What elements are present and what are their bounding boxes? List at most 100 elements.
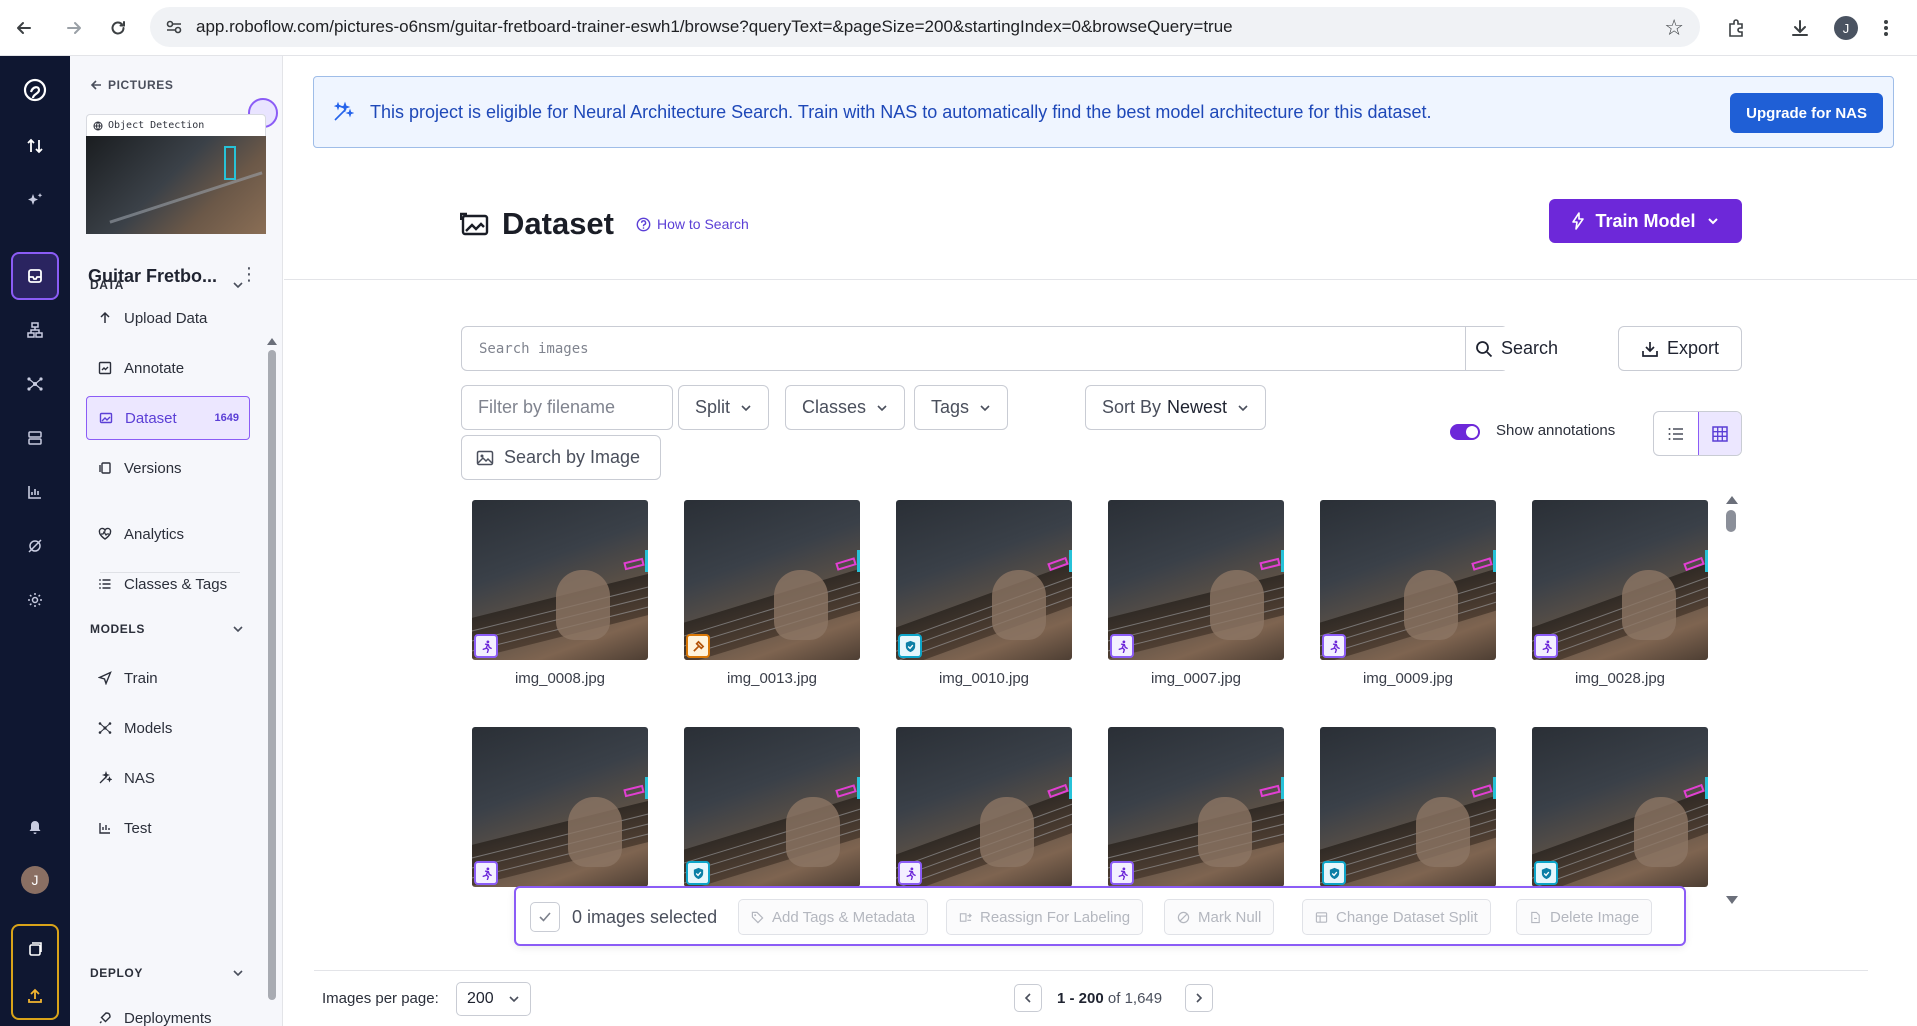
image-card[interactable] [1532,727,1708,887]
project-thumbnail[interactable] [86,136,266,234]
sidebar-item-classes-tags[interactable]: Classes & Tags [86,562,250,606]
running-person-icon [474,861,498,885]
change-split-label: Change Dataset Split [1336,908,1478,926]
sidebar-item-analytics[interactable]: Analytics [86,512,250,556]
sort-dropdown[interactable]: Sort By Newest [1085,385,1267,430]
show-annotations-label: Show annotations [1496,422,1616,439]
storage-icon[interactable] [11,414,59,462]
graph-icon[interactable] [11,360,59,408]
bookmark-star-icon[interactable]: ☆ [1664,15,1684,41]
annotation-box [1259,557,1281,571]
tags-dropdown[interactable]: Tags [914,385,1009,430]
image-card[interactable]: img_0009.jpg [1320,500,1496,687]
per-page-select[interactable]: 200 [456,982,531,1016]
image-thumbnail[interactable] [472,500,648,660]
classes-dropdown[interactable]: Classes [785,385,906,430]
train-model-button[interactable]: Train Model [1549,199,1742,243]
previous-page-button[interactable] [1014,984,1042,1012]
image-card[interactable]: img_0028.jpg [1532,500,1708,687]
image-card[interactable] [684,727,860,887]
image-card[interactable]: img_0008.jpg [472,500,648,687]
site-info-icon[interactable] [164,17,184,37]
settings-gear-icon[interactable] [11,576,59,624]
image-thumbnail[interactable] [896,727,1072,887]
upgrade-nas-button[interactable]: Upgrade for NAS [1730,93,1883,133]
sidebar-item-nas[interactable]: NAS [86,756,250,800]
sidebar-item-test[interactable]: Test [86,806,250,850]
sidebar-scrollbar[interactable] [266,338,278,1012]
image-thumbnail[interactable] [1320,500,1496,660]
image-thumbnail[interactable] [684,500,860,660]
sidebar-item-dataset[interactable]: Dataset 1649 [86,396,250,440]
reload-icon[interactable] [102,12,134,44]
image-thumbnail[interactable] [472,727,648,887]
next-page-button[interactable] [1185,984,1213,1012]
page-title: Dataset [502,206,614,241]
image-card[interactable]: img_0013.jpg [684,500,860,687]
chevron-down-icon[interactable] [230,277,246,293]
upload-cloud-icon[interactable] [11,972,59,1020]
back-icon[interactable] [8,12,40,44]
delete-image-label: Delete Image [1550,908,1640,926]
workflows-icon[interactable] [11,306,59,354]
forward-icon[interactable] [58,12,90,44]
page-range: 1 - 200 [1057,990,1104,1007]
sidebar-item-models[interactable]: Models [86,706,250,750]
docs-stack-icon[interactable] [11,926,59,974]
split-dropdown[interactable]: Split [678,385,770,430]
chevron-down-icon[interactable] [230,621,246,637]
filename-filter-input[interactable] [478,397,658,418]
image-thumbnail[interactable] [684,727,860,887]
image-card[interactable] [472,727,648,887]
show-annotations-toggle[interactable] [1450,424,1480,440]
grid-view-button[interactable] [1697,412,1741,455]
mark-null-button[interactable]: Mark Null [1164,899,1275,935]
image-card[interactable]: img_0007.jpg [1108,500,1284,687]
sidebar-item-versions[interactable]: Versions [86,446,250,490]
delete-image-button[interactable]: Delete Image [1516,899,1653,935]
browser-menu-icon[interactable] [1870,12,1902,44]
sidebar-item-deployments[interactable]: Deployments [86,996,250,1026]
search-input[interactable] [462,327,1465,370]
roboflow-logo-icon[interactable] [11,66,59,114]
grid-scrollbar[interactable] [1724,496,1738,904]
notification-bell-icon[interactable] [11,802,59,850]
image-card[interactable] [1320,727,1496,887]
address-bar[interactable]: app.roboflow.com/pictures-o6nsm/guitar-f… [150,7,1700,47]
search-icon [1476,340,1493,357]
sidebar-item-train[interactable]: Train [86,656,250,700]
image-thumbnail[interactable] [1108,500,1284,660]
image-thumbnail[interactable] [1532,500,1708,660]
section-data-heading: DATA [90,278,124,292]
export-button[interactable]: Export [1618,326,1742,371]
select-all-checkbox[interactable] [530,902,560,932]
search-by-image-button[interactable]: Search by Image [461,435,661,480]
how-to-search-link[interactable]: How to Search [636,216,749,232]
image-card[interactable]: img_0010.jpg [896,500,1072,687]
image-card[interactable] [1108,727,1284,887]
profile-avatar[interactable]: J [1830,12,1862,44]
chevron-down-icon[interactable] [230,965,246,981]
search-button[interactable]: Search [1465,327,1567,370]
add-tags-metadata-button[interactable]: Add Tags & Metadata [738,899,929,935]
back-to-workspace-link[interactable]: PICTURES [90,78,173,92]
sidebar-item-upload-data[interactable]: Upload Data [86,296,250,340]
magic-wand-icon [333,101,354,121]
sidebar-item-annotate[interactable]: Annotate [86,346,250,390]
image-thumbnail[interactable] [896,500,1072,660]
list-view-button[interactable] [1654,412,1698,455]
telescope-icon[interactable] [11,522,59,570]
download-icon[interactable] [1784,12,1816,44]
chart-icon[interactable] [11,468,59,516]
change-split-button[interactable]: Change Dataset Split [1302,899,1491,935]
sparkle-icon[interactable] [11,176,59,224]
image-thumbnail[interactable] [1320,727,1496,887]
user-avatar[interactable]: J [11,856,59,904]
image-thumbnail[interactable] [1108,727,1284,887]
image-thumbnail[interactable] [1532,727,1708,887]
reassign-labeling-button[interactable]: Reassign For Labeling [946,899,1144,935]
image-card[interactable] [896,727,1072,887]
projects-inbox-icon[interactable] [11,252,59,300]
extensions-icon[interactable] [1720,12,1752,44]
transfer-icon[interactable] [11,122,59,170]
